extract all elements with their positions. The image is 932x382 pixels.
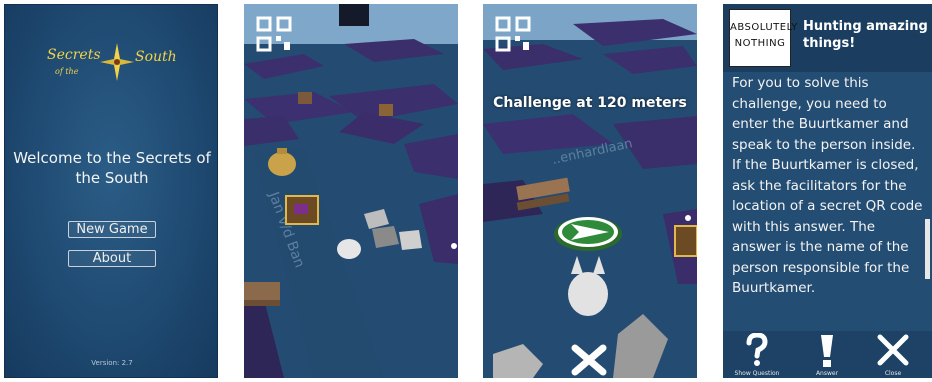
challenge-distance-text: Challenge at 120 meters — [493, 95, 687, 111]
exclamation-icon — [821, 335, 833, 367]
close-label: Close — [884, 370, 902, 377]
question-mark-icon — [746, 332, 768, 366]
compass-rose-icon — [100, 43, 134, 81]
challenge-screen: ..enhardlaan Challenge at 120 meters — [483, 4, 697, 378]
question-screen: ABSOLUTELY NOTHING Hunting amazing thing… — [723, 4, 932, 378]
direction-arrow-icon[interactable] — [553, 212, 623, 252]
main-menu-screen: Secrets of the South Welcome to the Secr… — [4, 4, 218, 378]
close-button[interactable]: Close — [863, 333, 923, 377]
logo-text-south: South — [135, 49, 177, 65]
question-toolbar: Show Question Answer Close — [723, 331, 932, 378]
show-question-label: Show Question — [734, 370, 780, 377]
scrollbar[interactable] — [925, 219, 930, 279]
logo-text-of-the: of the — [55, 67, 79, 76]
challenge-badge: ABSOLUTELY NOTHING — [729, 9, 797, 67]
game-logo: Secrets of the South — [45, 43, 185, 95]
question-header: ABSOLUTELY NOTHING Hunting amazing thing… — [723, 4, 932, 72]
challenge-description: For you to solve this challenge, you nee… — [732, 75, 923, 296]
about-button[interactable]: About — [68, 250, 156, 267]
answer-label: Answer — [815, 370, 839, 377]
close-icon[interactable] — [571, 344, 607, 376]
qr-scanner-icon[interactable] — [495, 16, 531, 52]
map-screen: Jan v/d Ban — [244, 4, 458, 378]
logo-text-secrets: Secrets — [47, 47, 101, 63]
qr-scanner-icon[interactable] — [256, 16, 292, 52]
close-x-icon — [877, 334, 909, 366]
version-label: Version: 2.7 — [91, 359, 133, 367]
answer-button[interactable]: Answer — [797, 333, 857, 377]
challenge-3d-scene[interactable]: ..enhardlaan — [483, 4, 697, 378]
challenge-title: Hunting amazing things! — [803, 19, 928, 51]
map-3d-scene[interactable]: Jan v/d Ban — [244, 4, 458, 378]
welcome-message: Welcome to the Secrets of the South — [13, 149, 211, 187]
new-game-button[interactable]: New Game — [68, 221, 156, 238]
show-question-button[interactable]: Show Question — [727, 332, 787, 377]
